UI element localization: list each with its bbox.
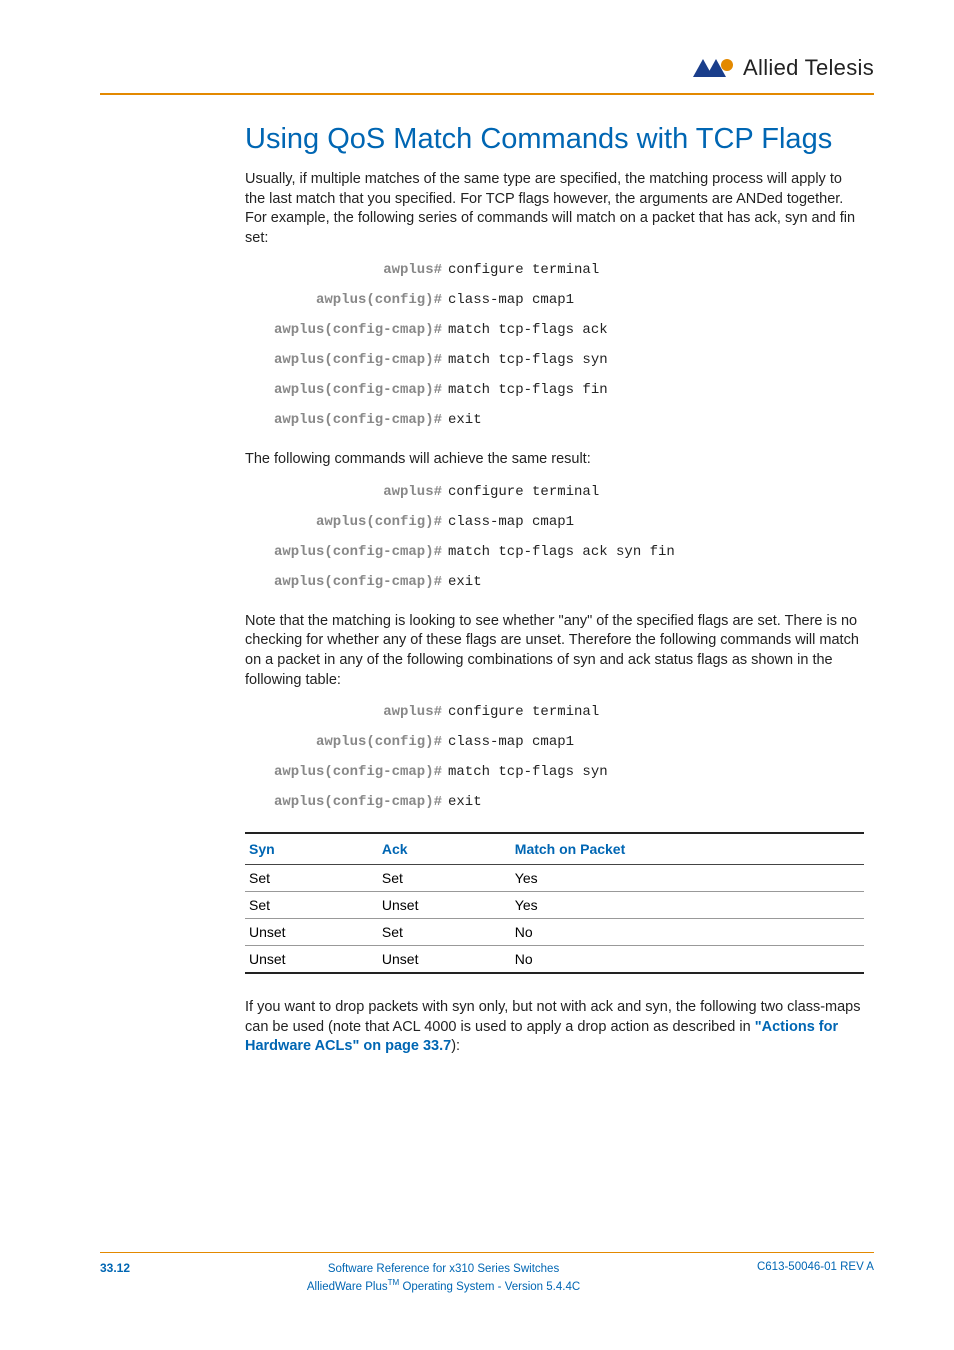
command-line: awplus(config-cmap)#exit: [273, 574, 864, 590]
paragraph-2: The following commands will achieve the …: [245, 450, 864, 470]
table-cell: Unset: [378, 946, 511, 974]
command-prompt: awplus#: [273, 262, 448, 278]
command-text: class-map cmap1: [448, 292, 574, 308]
command-line: awplus(config)#class-map cmap1: [273, 514, 864, 530]
table-header: Syn: [245, 833, 378, 865]
paragraph-4: If you want to drop packets with syn onl…: [245, 998, 864, 1057]
flags-table: SynAckMatch on Packet SetSetYesSetUnsetY…: [245, 832, 864, 974]
command-text: match tcp-flags syn: [448, 764, 608, 780]
command-text: match tcp-flags ack syn fin: [448, 544, 675, 560]
table-row: UnsetUnsetNo: [245, 946, 864, 974]
footer-version: AlliedWare PlusTM Operating System - Ver…: [307, 1277, 580, 1295]
command-text: exit: [448, 794, 482, 810]
page-heading: Using QoS Match Commands with TCP Flags: [245, 123, 864, 156]
command-prompt: awplus(config)#: [273, 734, 448, 750]
footer-center: Software Reference for x310 Series Switc…: [307, 1261, 580, 1295]
page-number: 33.12: [100, 1261, 130, 1275]
table-header: Match on Packet: [511, 833, 864, 865]
command-block-3: awplus#configure terminalawplus(config)#…: [273, 704, 864, 810]
table-cell: Yes: [511, 865, 864, 892]
command-line: awplus(config-cmap)#exit: [273, 794, 864, 810]
command-prompt: awplus(config-cmap)#: [273, 794, 448, 810]
table-cell: Set: [245, 892, 378, 919]
table-row: SetUnsetYes: [245, 892, 864, 919]
doc-revision: C613-50046-01 REV A: [757, 1261, 874, 1273]
command-line: awplus(config-cmap)#match tcp-flags fin: [273, 382, 864, 398]
brand-text: Allied Telesis: [743, 55, 874, 81]
command-line: awplus#configure terminal: [273, 484, 864, 500]
command-line: awplus(config-cmap)#match tcp-flags ack: [273, 322, 864, 338]
table-cell: Unset: [245, 919, 378, 946]
table-cell: No: [511, 946, 864, 974]
command-text: exit: [448, 412, 482, 428]
command-text: class-map cmap1: [448, 514, 574, 530]
command-prompt: awplus(config)#: [273, 514, 448, 530]
command-text: configure terminal: [448, 262, 599, 278]
paragraph-3: Note that the matching is looking to see…: [245, 612, 864, 690]
table-row: UnsetSetNo: [245, 919, 864, 946]
para4-text-b: ):: [451, 1038, 460, 1054]
command-prompt: awplus(config)#: [273, 292, 448, 308]
table-cell: Unset: [378, 892, 511, 919]
command-text: match tcp-flags ack: [448, 322, 608, 338]
command-prompt: awplus#: [273, 484, 448, 500]
command-prompt: awplus(config-cmap)#: [273, 764, 448, 780]
table-cell: Yes: [511, 892, 864, 919]
table-row: SetSetYes: [245, 865, 864, 892]
command-text: exit: [448, 574, 482, 590]
footer-title: Software Reference for x310 Series Switc…: [307, 1261, 580, 1277]
command-prompt: awplus(config-cmap)#: [273, 322, 448, 338]
command-block-2: awplus#configure terminalawplus(config)#…: [273, 484, 864, 590]
paragraph-intro: Usually, if multiple matches of the same…: [245, 170, 864, 248]
command-text: match tcp-flags fin: [448, 382, 608, 398]
command-text: match tcp-flags syn: [448, 352, 608, 368]
command-line: awplus(config-cmap)#exit: [273, 412, 864, 428]
command-line: awplus(config)#class-map cmap1: [273, 292, 864, 308]
command-text: configure terminal: [448, 704, 599, 720]
command-line: awplus(config-cmap)#match tcp-flags syn: [273, 352, 864, 368]
table-cell: Set: [378, 865, 511, 892]
command-prompt: awplus#: [273, 704, 448, 720]
command-line: awplus(config)#class-map cmap1: [273, 734, 864, 750]
command-line: awplus#configure terminal: [273, 262, 864, 278]
command-line: awplus(config-cmap)#match tcp-flags ack …: [273, 544, 864, 560]
command-prompt: awplus(config-cmap)#: [273, 544, 448, 560]
command-prompt: awplus(config-cmap)#: [273, 352, 448, 368]
command-text: configure terminal: [448, 484, 599, 500]
table-cell: Unset: [245, 946, 378, 974]
table-cell: Set: [245, 865, 378, 892]
command-text: class-map cmap1: [448, 734, 574, 750]
table-cell: Set: [378, 919, 511, 946]
command-line: awplus#configure terminal: [273, 704, 864, 720]
command-prompt: awplus(config-cmap)#: [273, 574, 448, 590]
command-line: awplus(config-cmap)#match tcp-flags syn: [273, 764, 864, 780]
command-block-1: awplus#configure terminalawplus(config)#…: [273, 262, 864, 428]
table-cell: No: [511, 919, 864, 946]
command-prompt: awplus(config-cmap)#: [273, 382, 448, 398]
command-prompt: awplus(config-cmap)#: [273, 412, 448, 428]
brand-logo: Allied Telesis: [693, 55, 874, 81]
table-header: Ack: [378, 833, 511, 865]
